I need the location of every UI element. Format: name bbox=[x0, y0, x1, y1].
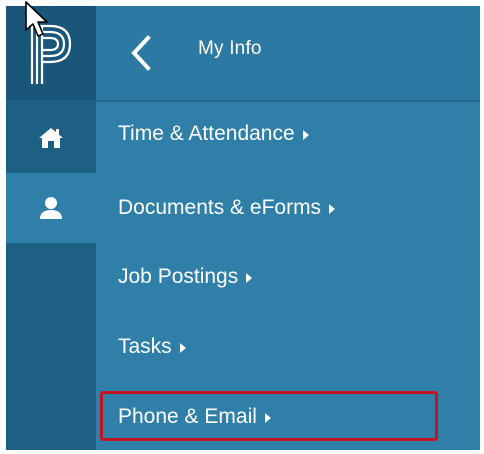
menu-item-label: Time & Attendance bbox=[118, 122, 295, 145]
panel-header: My Info bbox=[96, 6, 480, 102]
menu-item-label: Job Postings bbox=[118, 265, 239, 288]
page-title: My Info bbox=[198, 38, 262, 59]
logo-area bbox=[6, 6, 96, 100]
caret-right-icon bbox=[329, 204, 336, 214]
menu-item-label: Tasks bbox=[118, 335, 172, 358]
menu-item-job-postings[interactable]: Job Postings bbox=[118, 265, 253, 289]
menu-item-label: Documents & eForms bbox=[118, 196, 322, 219]
app-logo bbox=[30, 24, 72, 84]
back-button[interactable] bbox=[124, 34, 160, 72]
icon-rail bbox=[6, 6, 96, 450]
home-icon bbox=[39, 128, 63, 148]
menu-item-tasks[interactable]: Tasks bbox=[118, 335, 186, 359]
rail-user-button[interactable] bbox=[6, 173, 96, 243]
menu-item-documents-eforms[interactable]: Documents & eForms bbox=[118, 196, 336, 220]
caret-right-icon bbox=[179, 343, 186, 353]
mouse-cursor-icon bbox=[25, 1, 48, 37]
chevron-left-icon bbox=[131, 35, 151, 71]
menu-item-time-attendance[interactable]: Time & Attendance bbox=[118, 122, 309, 146]
caret-right-icon bbox=[246, 273, 253, 283]
app-frame: My Info Time & Attendance Documents & eF… bbox=[6, 6, 480, 450]
user-icon bbox=[40, 197, 62, 219]
rail-home-button[interactable] bbox=[6, 104, 96, 172]
highlight-box bbox=[100, 391, 438, 441]
caret-right-icon bbox=[302, 130, 309, 140]
